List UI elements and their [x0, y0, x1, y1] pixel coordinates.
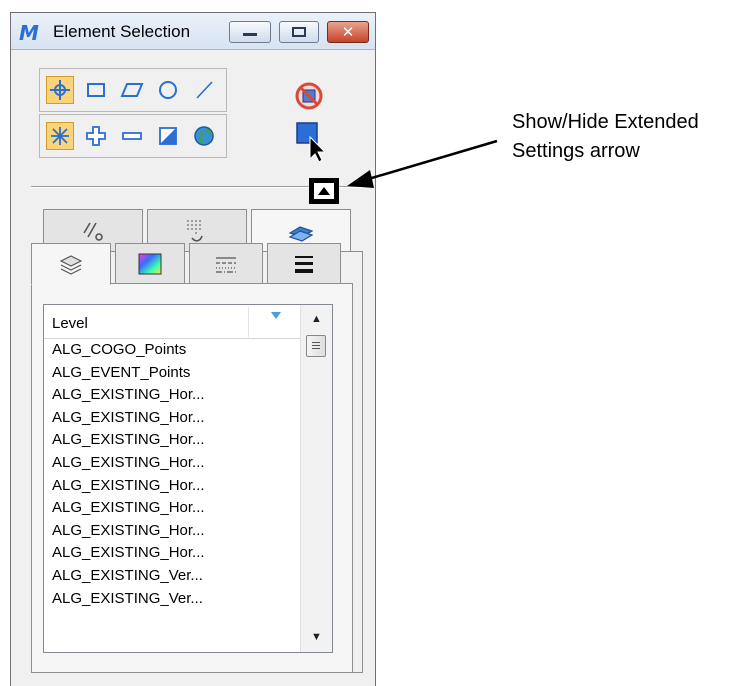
- callout-line-2: Settings arrow: [512, 140, 640, 162]
- callout-line-1: Show/Hide Extended: [512, 111, 699, 133]
- callout-arrow: [347, 139, 498, 188]
- callout-label: Show/Hide Extended Settings arrow: [512, 108, 699, 166]
